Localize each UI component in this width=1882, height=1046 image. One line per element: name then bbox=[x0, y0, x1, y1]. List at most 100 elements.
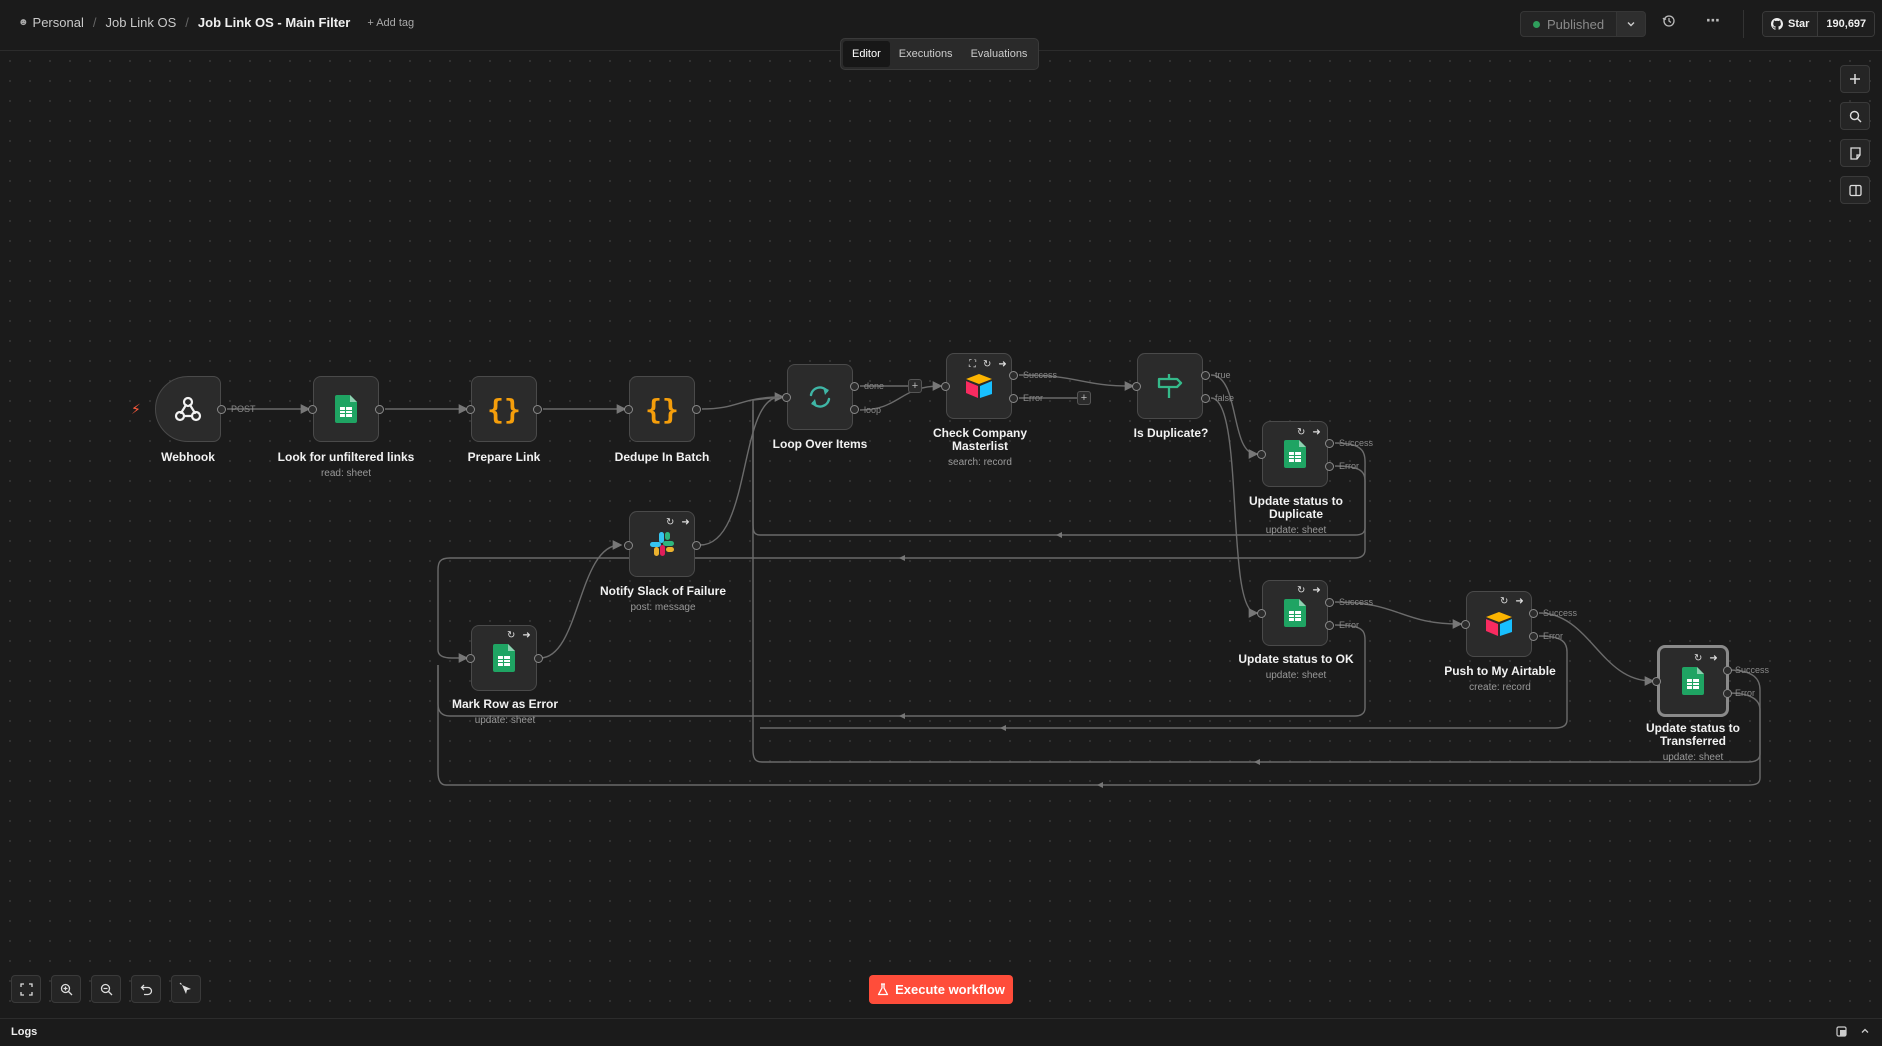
port-slack-in[interactable] bbox=[624, 541, 633, 550]
port-check-success[interactable] bbox=[1009, 371, 1018, 380]
zoom-out-button[interactable] bbox=[91, 975, 121, 1003]
port-if-true[interactable] bbox=[1201, 371, 1210, 380]
port-slack-out[interactable] bbox=[692, 541, 701, 550]
breadcrumb-project[interactable]: Personal bbox=[33, 15, 84, 30]
open-arrow-icon[interactable]: ➜ bbox=[681, 517, 689, 528]
port-ok-in[interactable] bbox=[1257, 609, 1266, 618]
node-label-update-status-ok: Update status to OK update: sheet bbox=[1211, 653, 1381, 682]
port-webhook-out[interactable] bbox=[217, 405, 226, 414]
port-check-in[interactable] bbox=[941, 382, 950, 391]
open-arrow-icon[interactable]: ➜ bbox=[1312, 427, 1320, 438]
port-dup-success[interactable] bbox=[1325, 439, 1334, 448]
port-transferred-success[interactable] bbox=[1723, 666, 1732, 675]
zoom-in-button[interactable] bbox=[51, 975, 81, 1003]
open-arrow-icon[interactable]: ➜ bbox=[1312, 585, 1320, 596]
port-prepare-out[interactable] bbox=[533, 405, 542, 414]
port-loop-loop[interactable] bbox=[850, 405, 859, 414]
port-dedupe-out[interactable] bbox=[692, 405, 701, 414]
port-prepare-in[interactable] bbox=[466, 405, 475, 414]
port-if-in[interactable] bbox=[1132, 382, 1141, 391]
status-dot-icon bbox=[1533, 20, 1540, 28]
port-sheet-in[interactable] bbox=[308, 405, 317, 414]
add-node-panel-button[interactable] bbox=[1840, 65, 1870, 93]
retry-icon[interactable]: ↻ bbox=[1500, 596, 1508, 607]
node-subtitle: post: message bbox=[630, 602, 696, 613]
port-label-error: Error bbox=[1543, 631, 1563, 641]
workflow-name[interactable]: Job Link OS - Main Filter bbox=[198, 15, 350, 30]
add-tag-button[interactable]: + Add tag bbox=[367, 17, 414, 29]
port-label-error: Error bbox=[1023, 393, 1043, 403]
node-toolbar: ↻ ➜ bbox=[1694, 653, 1718, 664]
port-if-false[interactable] bbox=[1201, 394, 1210, 403]
port-push-in[interactable] bbox=[1461, 620, 1470, 629]
breadcrumb-folder[interactable]: Job Link OS bbox=[105, 15, 176, 30]
toggle-panel-button[interactable] bbox=[1840, 176, 1870, 204]
open-arrow-icon[interactable]: ➜ bbox=[522, 630, 530, 641]
open-arrow-icon[interactable]: ➜ bbox=[1709, 653, 1717, 664]
search-nodes-button[interactable] bbox=[1840, 102, 1870, 130]
port-push-success[interactable] bbox=[1529, 609, 1538, 618]
node-title: Dedupe In Batch bbox=[614, 450, 710, 464]
add-node-button[interactable]: + bbox=[908, 379, 922, 393]
tab-executions[interactable]: Executions bbox=[890, 41, 962, 67]
tab-editor[interactable]: Editor bbox=[843, 41, 890, 67]
publish-dropdown-button[interactable] bbox=[1617, 11, 1647, 37]
retry-icon[interactable]: ↻ bbox=[1297, 427, 1305, 438]
fit-view-button[interactable] bbox=[11, 975, 41, 1003]
node-loop-over-items[interactable] bbox=[787, 364, 853, 430]
node-is-duplicate[interactable] bbox=[1137, 353, 1203, 419]
github-star-button[interactable]: Star 190,697 bbox=[1762, 11, 1876, 37]
port-ok-error[interactable] bbox=[1325, 621, 1334, 630]
logs-panel-bar[interactable]: Logs bbox=[0, 1018, 1882, 1046]
node-look-for-unfiltered-links[interactable] bbox=[313, 376, 379, 442]
github-star-count: 190,697 bbox=[1818, 12, 1875, 36]
node-subtitle: update: sheet bbox=[1662, 752, 1724, 763]
node-dedupe-in-batch[interactable]: {} bbox=[629, 376, 695, 442]
published-button[interactable]: Published bbox=[1520, 11, 1618, 37]
port-error-out[interactable] bbox=[534, 654, 543, 663]
port-label-error: Error bbox=[1339, 620, 1359, 630]
port-check-error[interactable] bbox=[1009, 394, 1018, 403]
port-sheet-out[interactable] bbox=[375, 405, 384, 414]
more-options-button[interactable]: ⋯ bbox=[1706, 12, 1720, 29]
retry-icon[interactable]: ↻ bbox=[983, 359, 991, 370]
tidy-up-button[interactable] bbox=[171, 975, 201, 1003]
node-webhook[interactable] bbox=[155, 376, 221, 442]
node-prepare-link[interactable]: {} bbox=[471, 376, 537, 442]
port-loop-in[interactable] bbox=[782, 393, 791, 402]
history-button[interactable] bbox=[1662, 14, 1676, 31]
port-push-error[interactable] bbox=[1529, 632, 1538, 641]
popout-logs-button[interactable] bbox=[1836, 1026, 1847, 1040]
retry-icon[interactable]: ↻ bbox=[666, 517, 674, 528]
open-arrow-icon[interactable]: ➜ bbox=[998, 359, 1006, 370]
port-ok-success[interactable] bbox=[1325, 598, 1334, 607]
node-update-status-transferred[interactable] bbox=[1657, 645, 1729, 717]
node-subtitle: search: record bbox=[948, 457, 1012, 468]
port-transferred-error[interactable] bbox=[1723, 689, 1732, 698]
retry-icon[interactable]: ↻ bbox=[1297, 585, 1305, 596]
zoom-out-icon bbox=[100, 983, 112, 995]
github-star-label: Star bbox=[1788, 18, 1810, 30]
port-dedupe-in[interactable] bbox=[624, 405, 633, 414]
port-dup-error[interactable] bbox=[1325, 462, 1334, 471]
workflow-canvas[interactable] bbox=[0, 51, 1882, 1017]
retry-icon[interactable]: ↻ bbox=[507, 630, 515, 641]
open-arrow-icon[interactable]: ➜ bbox=[1515, 596, 1523, 607]
execute-workflow-button[interactable]: Execute workflow bbox=[869, 975, 1013, 1004]
retry-icon[interactable]: ↻ bbox=[1694, 653, 1702, 664]
port-label-success: Success bbox=[1339, 438, 1374, 448]
tab-evaluations[interactable]: Evaluations bbox=[962, 41, 1037, 67]
activate-icon[interactable]: ⛶ bbox=[969, 359, 976, 370]
port-transferred-in[interactable] bbox=[1652, 677, 1661, 686]
slack-icon bbox=[650, 532, 674, 556]
node-title: Webhook bbox=[161, 450, 215, 464]
sticky-note-button[interactable] bbox=[1840, 139, 1870, 167]
node-title: Look for unfiltered links bbox=[277, 450, 415, 464]
port-dup-in[interactable] bbox=[1257, 450, 1266, 459]
add-node-button[interactable]: + bbox=[1077, 391, 1091, 405]
port-error-in[interactable] bbox=[466, 654, 475, 663]
port-loop-done[interactable] bbox=[850, 382, 859, 391]
port-label-success: Success bbox=[1339, 597, 1374, 607]
expand-logs-button[interactable] bbox=[1860, 1026, 1870, 1039]
reset-zoom-button[interactable] bbox=[131, 975, 161, 1003]
